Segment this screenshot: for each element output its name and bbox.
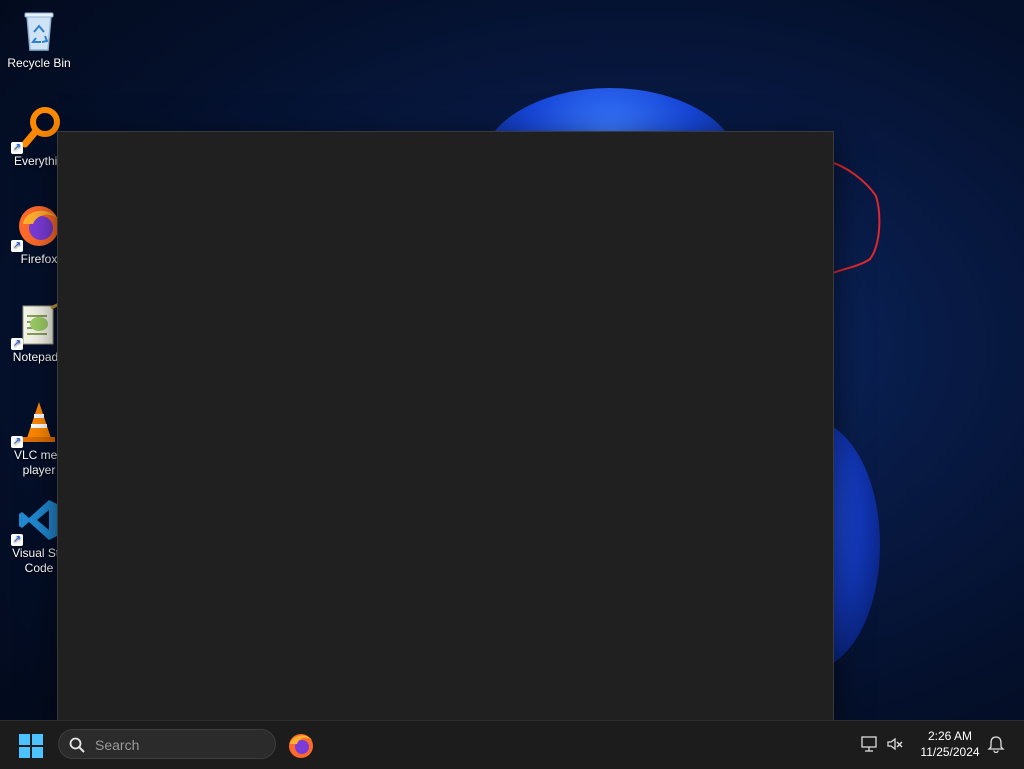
clock-time: 2:26 AM	[927, 729, 973, 743]
shortcut-arrow-icon: ↗	[11, 534, 23, 546]
shortcut-arrow-icon: ↗	[11, 436, 23, 448]
shortcut-arrow-icon: ↗	[11, 142, 23, 154]
desktop-icon-label-line2: Code	[24, 561, 54, 575]
vscode-icon: ↗	[11, 498, 61, 546]
firefox-icon: ↗	[11, 204, 61, 252]
taskbar-clock[interactable]: 2:26 AM 11/25/2024	[910, 728, 990, 760]
blank-app-window[interactable]	[57, 131, 834, 721]
everything-search-icon: ↗	[11, 106, 61, 154]
shortcut-arrow-icon: ↗	[11, 240, 23, 252]
desktop-icon-label-line2: player	[22, 463, 56, 477]
search-icon	[69, 737, 85, 758]
windows-start-icon[interactable]	[18, 733, 44, 759]
notification-bell-icon[interactable]	[987, 735, 1005, 758]
notepad-plus-plus-icon: ↗	[11, 302, 61, 350]
taskbar: 2:26 AM 11/25/2024	[0, 720, 1024, 769]
red-annotation-stroke	[829, 161, 881, 275]
volume-muted-icon[interactable]	[886, 735, 904, 758]
vlc-icon: ↗	[11, 400, 61, 448]
network-icon[interactable]	[861, 735, 879, 758]
taskbar-search-box[interactable]	[58, 729, 276, 759]
taskbar-firefox-icon[interactable]	[286, 731, 316, 761]
shortcut-arrow-icon: ↗	[11, 338, 23, 350]
clock-date: 11/25/2024	[920, 745, 980, 759]
search-input[interactable]	[93, 734, 267, 756]
desktop-icon-recycle-bin[interactable]: Recycle Bin	[0, 8, 78, 71]
desktop-icon-label: Firefox	[20, 252, 58, 266]
desktop-icon-label: Recycle Bin	[7, 56, 71, 70]
recycle-bin-icon	[17, 8, 61, 52]
